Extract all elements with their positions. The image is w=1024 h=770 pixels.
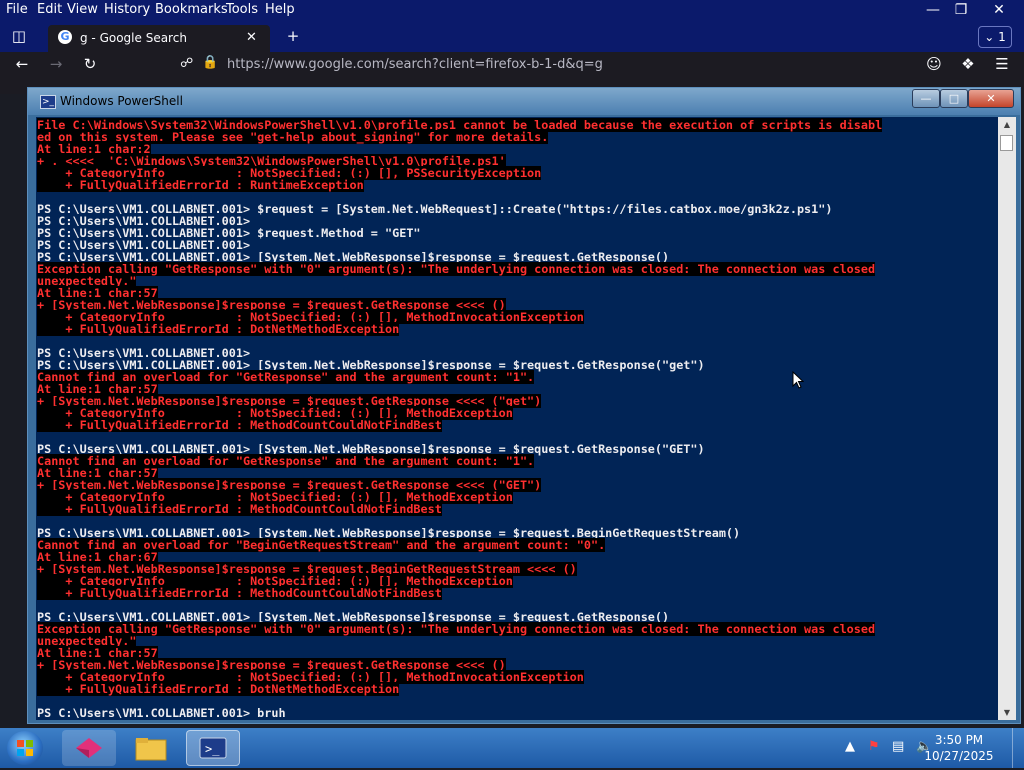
- restore-icon[interactable]: ❐: [946, 0, 976, 20]
- mouse-cursor-icon: [792, 371, 804, 389]
- console-scrollbar[interactable]: ▲ ▼: [998, 117, 1016, 720]
- console-error-line: Exception calling "GetResponse" with "0"…: [37, 262, 876, 276]
- minimize-icon[interactable]: —: [918, 0, 948, 20]
- browser-menubar: File Edit View History Bookmarks Tools H…: [0, 0, 1024, 20]
- console-error-line: unexpectedly.": [37, 274, 137, 288]
- svg-text:>_: >_: [205, 742, 220, 756]
- console-error-line: + FullyQualifiedErrorId : DotNetMethodEx…: [37, 322, 400, 336]
- scroll-down-icon[interactable]: ▼: [998, 705, 1016, 720]
- network-icon[interactable]: ▤: [892, 739, 904, 754]
- tab-google-search[interactable]: G g - Google Search ✕: [48, 25, 270, 53]
- tracking-protection-icon[interactable]: ☍: [180, 56, 193, 71]
- forward-icon[interactable]: →: [46, 54, 66, 74]
- lock-icon[interactable]: 🔒: [202, 55, 218, 70]
- start-button[interactable]: [4, 729, 46, 767]
- ps-close-button[interactable]: ✕: [968, 89, 1014, 108]
- clock-date: 10/27/2025: [924, 749, 994, 763]
- extensions-icon[interactable]: ❖: [958, 54, 978, 74]
- file-explorer-icon[interactable]: [124, 730, 178, 766]
- new-tab-icon[interactable]: +: [282, 26, 304, 46]
- back-icon[interactable]: ←: [12, 54, 32, 74]
- powershell-titlebar[interactable]: >_ Windows PowerShell — □ ✕: [28, 88, 1020, 115]
- console-error-line: + FullyQualifiedErrorId : MethodCountCou…: [37, 502, 442, 516]
- reload-icon[interactable]: ↻: [80, 54, 100, 74]
- menu-edit[interactable]: Edit: [37, 2, 62, 17]
- console-error-line: + FullyQualifiedErrorId : DotNetMethodEx…: [37, 682, 400, 696]
- console-output[interactable]: File C:\Windows\System32\WindowsPowerShe…: [36, 117, 998, 720]
- taskbar: >_ ▲ ⚑ ▤ 🔈 3:50 PM 10/27/2025: [0, 728, 1024, 768]
- menu-history[interactable]: History: [104, 2, 150, 17]
- console-error-line: + FullyQualifiedErrorId : MethodCountCou…: [37, 586, 442, 600]
- address-bar[interactable]: ☍ 🔒 https://www.google.com/search?client…: [172, 54, 858, 76]
- powershell-taskbar-icon[interactable]: >_: [186, 730, 240, 766]
- clock[interactable]: 3:50 PM 10/27/2025: [924, 732, 994, 764]
- action-center-icon[interactable]: ⚑: [868, 739, 880, 754]
- menu-hamburger-icon[interactable]: ☰: [992, 54, 1012, 74]
- powershell-icon: >_: [40, 95, 56, 109]
- taskbar-app-icon[interactable]: [62, 730, 116, 766]
- console-error-line: + FullyQualifiedErrorId : RuntimeExcepti…: [37, 178, 364, 192]
- menu-help[interactable]: Help: [265, 2, 295, 17]
- firefox-view-icon[interactable]: ◫: [8, 26, 30, 46]
- ps-minimize-button[interactable]: —: [912, 89, 940, 108]
- window-title: Windows PowerShell: [60, 94, 183, 108]
- menu-bookmarks[interactable]: Bookmarks: [155, 2, 228, 17]
- account-icon[interactable]: ☺: [924, 54, 944, 74]
- console-line: PS C:\Users\VM1.COLLABNET.001> bruh: [37, 706, 286, 720]
- menu-file[interactable]: File: [6, 2, 28, 17]
- windows-orb-icon: [7, 731, 43, 765]
- clock-time: 3:50 PM: [934, 733, 984, 747]
- console-error-line: Exception calling "GetResponse" with "0"…: [37, 622, 876, 636]
- tab-close-icon[interactable]: ✕: [246, 30, 257, 45]
- console-error-line: ed on this system. Please see "get-help …: [37, 130, 549, 144]
- tab-title: g - Google Search: [80, 31, 187, 45]
- close-icon[interactable]: ✕: [984, 0, 1014, 20]
- show-desktop-button[interactable]: [1012, 728, 1024, 768]
- console-error-line: + FullyQualifiedErrorId : MethodCountCou…: [37, 418, 442, 432]
- show-hidden-icons-icon[interactable]: ▲: [845, 739, 855, 754]
- console-error-line: unexpectedly.": [37, 634, 137, 648]
- console-error-line: Cannot find an overload for "BeginGetReq…: [37, 538, 606, 552]
- url-text[interactable]: https://www.google.com/search?client=fir…: [227, 57, 603, 72]
- ps-maximize-button[interactable]: □: [940, 89, 968, 108]
- scroll-up-icon[interactable]: ▲: [998, 117, 1016, 132]
- menu-view[interactable]: View: [67, 2, 98, 17]
- chevron-down-icon: ⌄: [984, 30, 995, 44]
- powershell-window: >_ Windows PowerShell — □ ✕ File C:\Wind…: [27, 87, 1021, 724]
- menu-tools[interactable]: Tools: [226, 2, 258, 17]
- tab-count-button[interactable]: ⌄ 1: [978, 26, 1012, 48]
- console-error-line: Cannot find an overload for "GetResponse…: [37, 370, 535, 384]
- scroll-thumb[interactable]: [1000, 135, 1013, 151]
- tab-count: 1: [998, 30, 1006, 44]
- console-text: File C:\Windows\System32\WindowsPowerShe…: [36, 117, 998, 719]
- google-icon: G: [58, 30, 72, 44]
- console-error-line: Cannot find an overload for "GetResponse…: [37, 454, 535, 468]
